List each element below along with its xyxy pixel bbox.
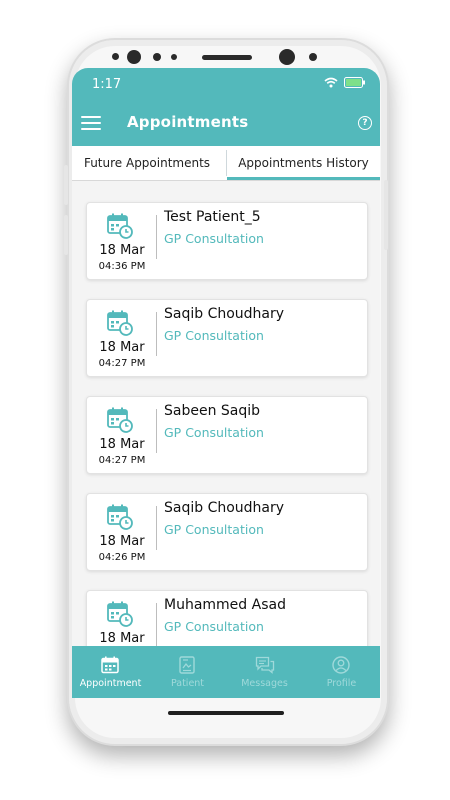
appointment-tabs: Future Appointments Appointments History bbox=[72, 146, 380, 181]
phone-sensor bbox=[309, 53, 317, 61]
card-divider bbox=[156, 409, 157, 453]
card-divider bbox=[156, 506, 157, 550]
profile-icon bbox=[332, 656, 350, 674]
status-bar: 1:17 bbox=[72, 68, 380, 100]
app-screen: 1:17 Appointments ? Future Appointments … bbox=[72, 68, 380, 698]
patient-name: Test Patient_5 bbox=[164, 209, 261, 225]
nav-patient[interactable]: Patient bbox=[149, 646, 226, 698]
appointment-date: 18 Mar bbox=[99, 631, 145, 646]
phone-side-button bbox=[384, 180, 388, 250]
status-time: 1:17 bbox=[92, 77, 122, 92]
patient-name: Saqib Choudhary bbox=[164, 306, 285, 322]
consultation-type: GP Consultation bbox=[164, 522, 264, 537]
appointment-time: 04:36 PM bbox=[98, 261, 146, 272]
patient-record-icon bbox=[179, 656, 195, 674]
patient-name: Sabeen Saqib bbox=[164, 403, 261, 419]
appointment-date: 18 Mar bbox=[99, 534, 145, 549]
calendar-clock-icon bbox=[107, 310, 133, 336]
nav-profile[interactable]: Profile bbox=[303, 646, 380, 698]
help-icon[interactable]: ? bbox=[358, 116, 372, 130]
appointment-date: 18 Mar bbox=[99, 243, 145, 258]
nav-messages[interactable]: Messages bbox=[226, 646, 303, 698]
phone-volume-button bbox=[64, 215, 68, 255]
appointment-time: 04:26 PM bbox=[98, 552, 146, 563]
phone-sensor bbox=[153, 53, 161, 61]
card-divider bbox=[156, 215, 157, 259]
hamburger-menu-icon[interactable] bbox=[81, 116, 101, 132]
appointment-date: 18 Mar bbox=[99, 340, 145, 355]
card-divider bbox=[156, 312, 157, 356]
nav-appointment[interactable]: Appointment bbox=[72, 646, 149, 698]
phone-earpiece bbox=[202, 55, 252, 60]
nav-label: Messages bbox=[241, 678, 288, 689]
consultation-type: GP Consultation bbox=[164, 231, 264, 246]
appointment-date: 18 Mar bbox=[99, 437, 145, 452]
app-header: Appointments ? bbox=[72, 100, 380, 146]
wifi-icon bbox=[324, 77, 338, 88]
phone-sensor bbox=[112, 53, 119, 60]
tab-appointments-history[interactable]: Appointments History bbox=[227, 146, 380, 180]
appointments-list[interactable]: 18 Mar 04:36 PM Test Patient_5 GP Consul… bbox=[72, 180, 380, 668]
status-icons bbox=[324, 77, 366, 88]
appointment-card[interactable]: 18 Mar 04:27 PM Sabeen Saqib GP Consulta… bbox=[86, 396, 368, 474]
calendar-clock-icon bbox=[107, 601, 133, 627]
tab-future-appointments[interactable]: Future Appointments bbox=[72, 146, 222, 180]
consultation-type: GP Consultation bbox=[164, 425, 264, 440]
calendar-clock-icon bbox=[107, 213, 133, 239]
battery-icon bbox=[344, 77, 365, 88]
appointment-card[interactable]: 18 Mar 04:27 PM Saqib Choudhary GP Consu… bbox=[86, 299, 368, 377]
page-title: Appointments bbox=[127, 113, 249, 131]
bottom-navigation: Appointment Patient Messages Profile bbox=[72, 646, 380, 698]
phone-camera bbox=[279, 49, 295, 65]
patient-name: Muhammed Asad bbox=[164, 597, 286, 613]
appointment-card[interactable]: 18 Mar 04:26 PM Saqib Choudhary GP Consu… bbox=[86, 493, 368, 571]
appointment-card[interactable]: 18 Mar 04:36 PM Test Patient_5 GP Consul… bbox=[86, 202, 368, 280]
nav-label: Profile bbox=[326, 678, 357, 689]
appointment-time: 04:27 PM bbox=[98, 358, 146, 369]
calendar-clock-icon bbox=[107, 504, 133, 530]
nav-label: Appointment bbox=[79, 678, 142, 689]
appointment-time: 04:27 PM bbox=[98, 455, 146, 466]
phone-sensor bbox=[171, 54, 177, 60]
calendar-clock-icon bbox=[107, 407, 133, 433]
nav-label: Patient bbox=[170, 678, 205, 689]
phone-camera bbox=[127, 50, 141, 64]
home-indicator[interactable] bbox=[168, 711, 284, 715]
patient-name: Saqib Choudhary bbox=[164, 500, 285, 516]
phone-volume-button bbox=[64, 165, 68, 205]
card-divider bbox=[156, 603, 157, 647]
consultation-type: GP Consultation bbox=[164, 619, 264, 634]
calendar-icon bbox=[101, 656, 119, 674]
consultation-type: GP Consultation bbox=[164, 328, 264, 343]
messages-icon bbox=[255, 656, 275, 674]
